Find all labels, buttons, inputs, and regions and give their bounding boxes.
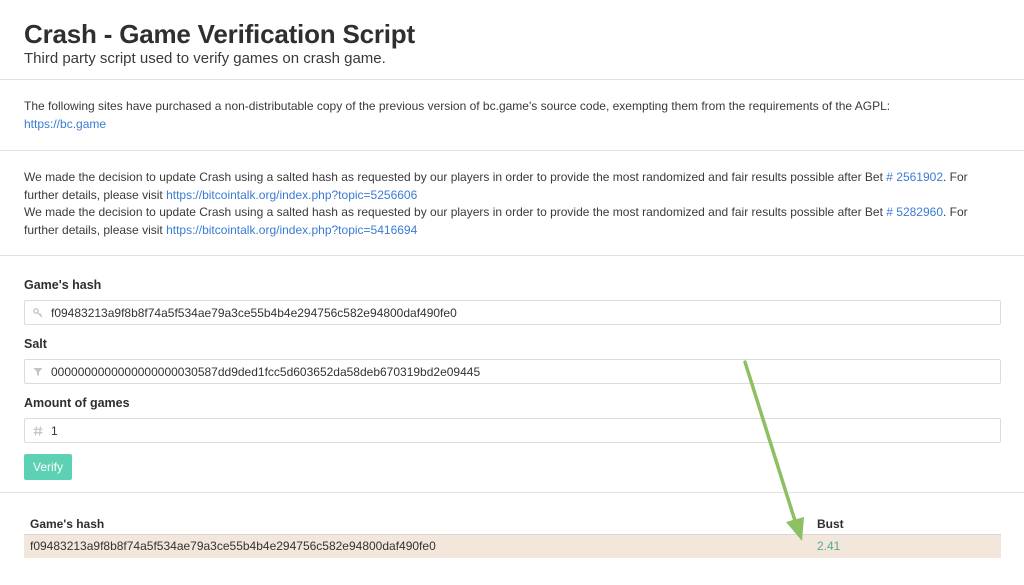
column-header-hash: Game's hash	[24, 515, 811, 535]
salt-input[interactable]	[51, 364, 991, 379]
results-header-row: Game's hash Bust	[24, 515, 1001, 535]
table-row: f09483213a9f8b8f74a5f534ae79a3ce55b4b4e2…	[24, 534, 1001, 558]
salt-field[interactable]	[24, 359, 1001, 384]
key-icon	[25, 301, 51, 324]
salt-label: Salt	[24, 337, 47, 351]
results-table: Game's hash Bust f09483213a9f8b8f74a5f53…	[24, 515, 1001, 558]
page-subtitle: Third party script used to verify games …	[24, 50, 386, 67]
page-title: Crash - Game Verification Script	[24, 19, 415, 49]
update-notices: We made the decision to update Crash usi…	[0, 151, 1024, 256]
bitcointalk-link-5256606[interactable]: https://bitcointalk.org/index.php?topic=…	[166, 188, 417, 202]
bet-link-5282960[interactable]: # 5282960	[886, 205, 943, 219]
verify-button[interactable]: Verify	[24, 454, 73, 480]
row-hash: f09483213a9f8b8f74a5f534ae79a3ce55b4b4e2…	[24, 534, 811, 558]
verification-form: Game's hash Salt Amount of games Verify	[0, 256, 1024, 493]
amount-field[interactable]	[24, 418, 1001, 443]
bc-game-link[interactable]: https://bc.game	[24, 117, 106, 131]
hash-icon	[25, 419, 51, 442]
hash-input[interactable]	[51, 305, 991, 320]
license-notice-text: The following sites have purchased a non…	[24, 98, 1000, 133]
hash-label: Game's hash	[24, 278, 102, 292]
update-notice-1: We made the decision to update Crash usi…	[24, 170, 968, 202]
bet-link-2561902[interactable]: # 2561902	[886, 170, 943, 184]
license-notice: The following sites have purchased a non…	[0, 80, 1024, 151]
bitcointalk-link-5416694[interactable]: https://bitcointalk.org/index.php?topic=…	[166, 223, 417, 237]
row-bust: 2.41	[811, 534, 1001, 558]
license-notice-body: The following sites have purchased a non…	[24, 99, 891, 113]
results-section: Game's hash Bust f09483213a9f8b8f74a5f53…	[0, 493, 1024, 558]
amount-label: Amount of games	[24, 396, 130, 410]
hash-field[interactable]	[24, 300, 1001, 325]
amount-input[interactable]	[51, 423, 991, 438]
column-header-bust: Bust	[811, 515, 1001, 535]
page-header: Crash - Game Verification Script Third p…	[0, 0, 1024, 80]
update-notice-2: We made the decision to update Crash usi…	[24, 205, 968, 237]
filter-icon	[25, 360, 51, 383]
